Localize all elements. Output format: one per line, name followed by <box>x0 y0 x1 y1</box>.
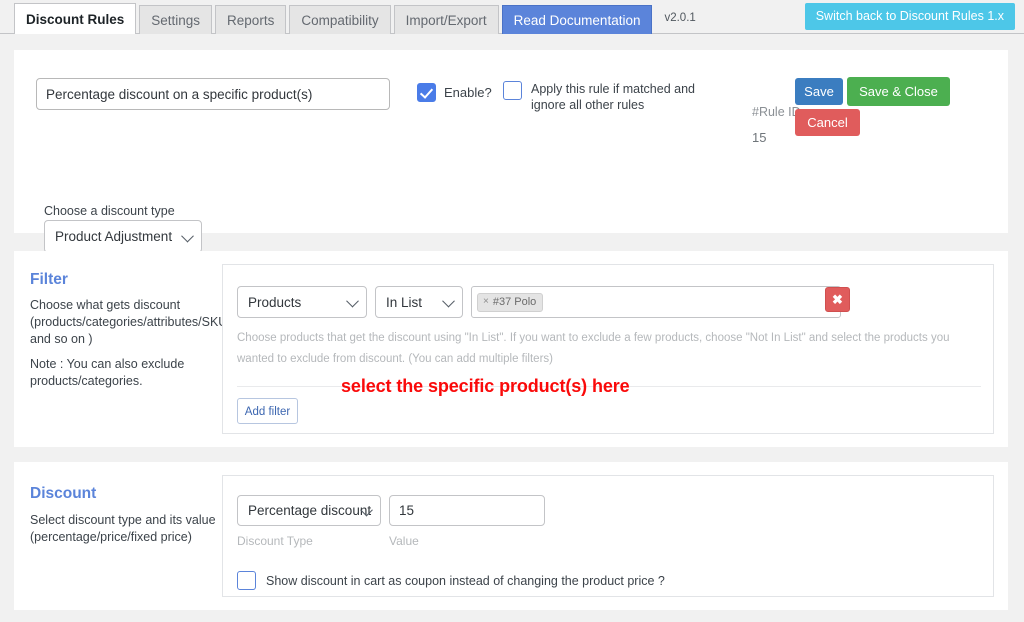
tab-reports[interactable]: Reports <box>215 5 287 34</box>
tab-bar: Discount Rules Settings Reports Compatib… <box>0 0 1024 34</box>
enable-label: Enable? <box>444 85 492 100</box>
product-token[interactable]: × #37 Polo <box>477 292 544 312</box>
filter-help-text: Choose products that get the discount us… <box>237 332 950 365</box>
filter-rows-container: Products In List × #37 Polo ✖ Choose pro… <box>222 264 994 434</box>
discount-type-select-value: Product Adjustment <box>55 229 173 244</box>
discount-panel: Discount Select discount type and its va… <box>14 462 1008 610</box>
rule-id-value: 15 <box>752 130 767 145</box>
tab-reports-label: Reports <box>227 13 275 28</box>
discount-value-type-select[interactable]: Percentage discount <box>237 495 381 526</box>
discount-section-description: Select discount type and its value (perc… <box>30 513 216 544</box>
ignore-other-rules-label: Apply this rule if matched and ignore al… <box>531 82 695 112</box>
save-and-close-button[interactable]: Save & Close <box>847 77 950 106</box>
annotation-text: select the specific product(s) here <box>341 376 630 396</box>
filter-section-note: Note : You can also exclude products/cat… <box>30 357 185 388</box>
filter-match-select[interactable]: In List <box>375 286 463 318</box>
discount-fields-container: Percentage discount Discount Type Value … <box>222 475 994 597</box>
tab-import-export-label: Import/Export <box>405 13 487 28</box>
filter-type-select-value: Products <box>248 294 302 310</box>
filter-panel: Filter Choose what gets discount (produc… <box>14 251 1008 447</box>
filter-section-title: Filter <box>30 271 68 288</box>
token-remove-icon[interactable]: × <box>483 296 489 307</box>
tab-settings-label: Settings <box>151 13 201 28</box>
enable-checkbox[interactable] <box>417 83 436 102</box>
chevron-down-icon <box>442 294 455 308</box>
show-as-coupon-label: Show discount in cart as coupon instead … <box>266 573 665 588</box>
discount-type-sublabel: Discount Type <box>237 534 313 548</box>
add-filter-button[interactable]: Add filter <box>237 398 298 424</box>
cancel-button[interactable]: Cancel <box>795 109 860 136</box>
discount-value-input[interactable] <box>389 495 545 526</box>
tab-read-documentation[interactable]: Read Documentation <box>501 5 653 34</box>
tab-discount-rules-label: Discount Rules <box>26 12 125 27</box>
product-select-input[interactable]: × #37 Polo <box>471 286 841 318</box>
product-token-label: #37 Polo <box>492 295 537 308</box>
tab-list: Discount Rules Settings Reports Compatib… <box>14 3 696 34</box>
chevron-down-icon <box>181 229 194 242</box>
tab-discount-rules[interactable]: Discount Rules <box>14 3 137 34</box>
discount-rules-page: Discount Rules Settings Reports Compatib… <box>0 0 1024 622</box>
filter-section-description: Choose what gets discount (products/cate… <box>30 298 228 346</box>
switch-back-button[interactable]: Switch back to Discount Rules 1.x <box>804 3 1015 30</box>
tab-compatibility[interactable]: Compatibility <box>289 5 391 34</box>
general-settings-panel: Enable? Apply this rule if matched and i… <box>14 50 1008 253</box>
save-button[interactable]: Save <box>795 78 843 105</box>
show-as-coupon-checkbox[interactable] <box>237 571 256 590</box>
remove-filter-button[interactable]: ✖ <box>825 287 850 312</box>
tab-settings[interactable]: Settings <box>139 5 213 34</box>
rule-title-input[interactable] <box>36 78 390 110</box>
close-icon: ✖ <box>832 292 843 307</box>
coupon-checkbox-group: Show discount in cart as coupon instead … <box>237 571 665 590</box>
tab-import-export[interactable]: Import/Export <box>393 5 499 34</box>
discount-section-title: Discount <box>30 485 97 502</box>
filter-type-select[interactable]: Products <box>237 286 367 318</box>
chevron-down-icon <box>346 294 359 308</box>
ignore-other-rules-checkbox[interactable] <box>503 81 522 100</box>
tab-read-documentation-label: Read Documentation <box>513 13 641 28</box>
value-sublabel: Value <box>389 534 419 548</box>
version-label: v2.0.1 <box>664 12 696 24</box>
choose-discount-type-label: Choose a discount type <box>44 204 175 218</box>
discount-value-type-value: Percentage discount <box>248 503 372 518</box>
enable-checkbox-group: Enable? <box>417 83 492 102</box>
discount-type-select[interactable]: Product Adjustment <box>44 220 202 253</box>
ignore-other-rules-group: Apply this rule if matched and ignore al… <box>503 81 728 113</box>
filter-match-select-value: In List <box>386 294 423 310</box>
tab-compatibility-label: Compatibility <box>301 13 379 28</box>
